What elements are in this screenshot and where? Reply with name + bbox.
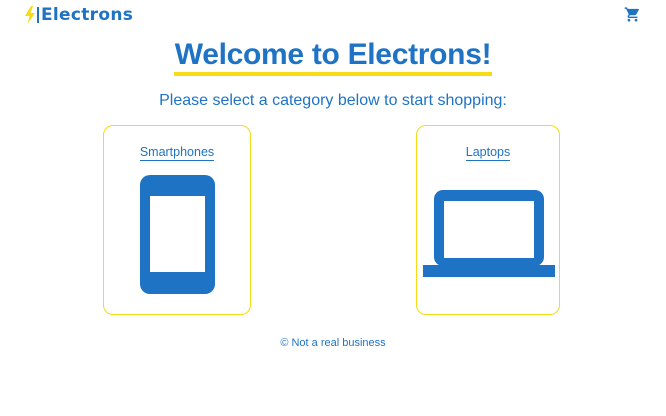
brand-logo-link[interactable]: Electrons [24,5,133,25]
page-subtitle: Please select a category below to start … [159,92,507,109]
shopping-cart-icon[interactable] [624,6,641,23]
category-label-container: Smartphones [104,145,250,161]
category-link-smartphones[interactable]: Smartphones [139,145,215,161]
footer-text: © Not a real business [280,337,386,349]
category-card-smartphones[interactable]: Smartphones [103,125,251,315]
brand-name: Electrons [41,5,134,25]
laptop-icon [423,190,555,277]
page-title: Welcome to Electrons! [173,38,493,76]
category-link-laptops[interactable]: Laptops [465,145,511,161]
title-container: Welcome to Electrons! [0,38,666,76]
page: Electrons Welcome to Electrons! Please s… [0,0,666,416]
smartphone-icon [140,175,215,294]
logo-divider [37,7,39,23]
category-label-container: Laptops [417,145,559,161]
category-card-laptops[interactable]: Laptops [416,125,560,315]
lightning-bolt-icon [25,6,35,24]
